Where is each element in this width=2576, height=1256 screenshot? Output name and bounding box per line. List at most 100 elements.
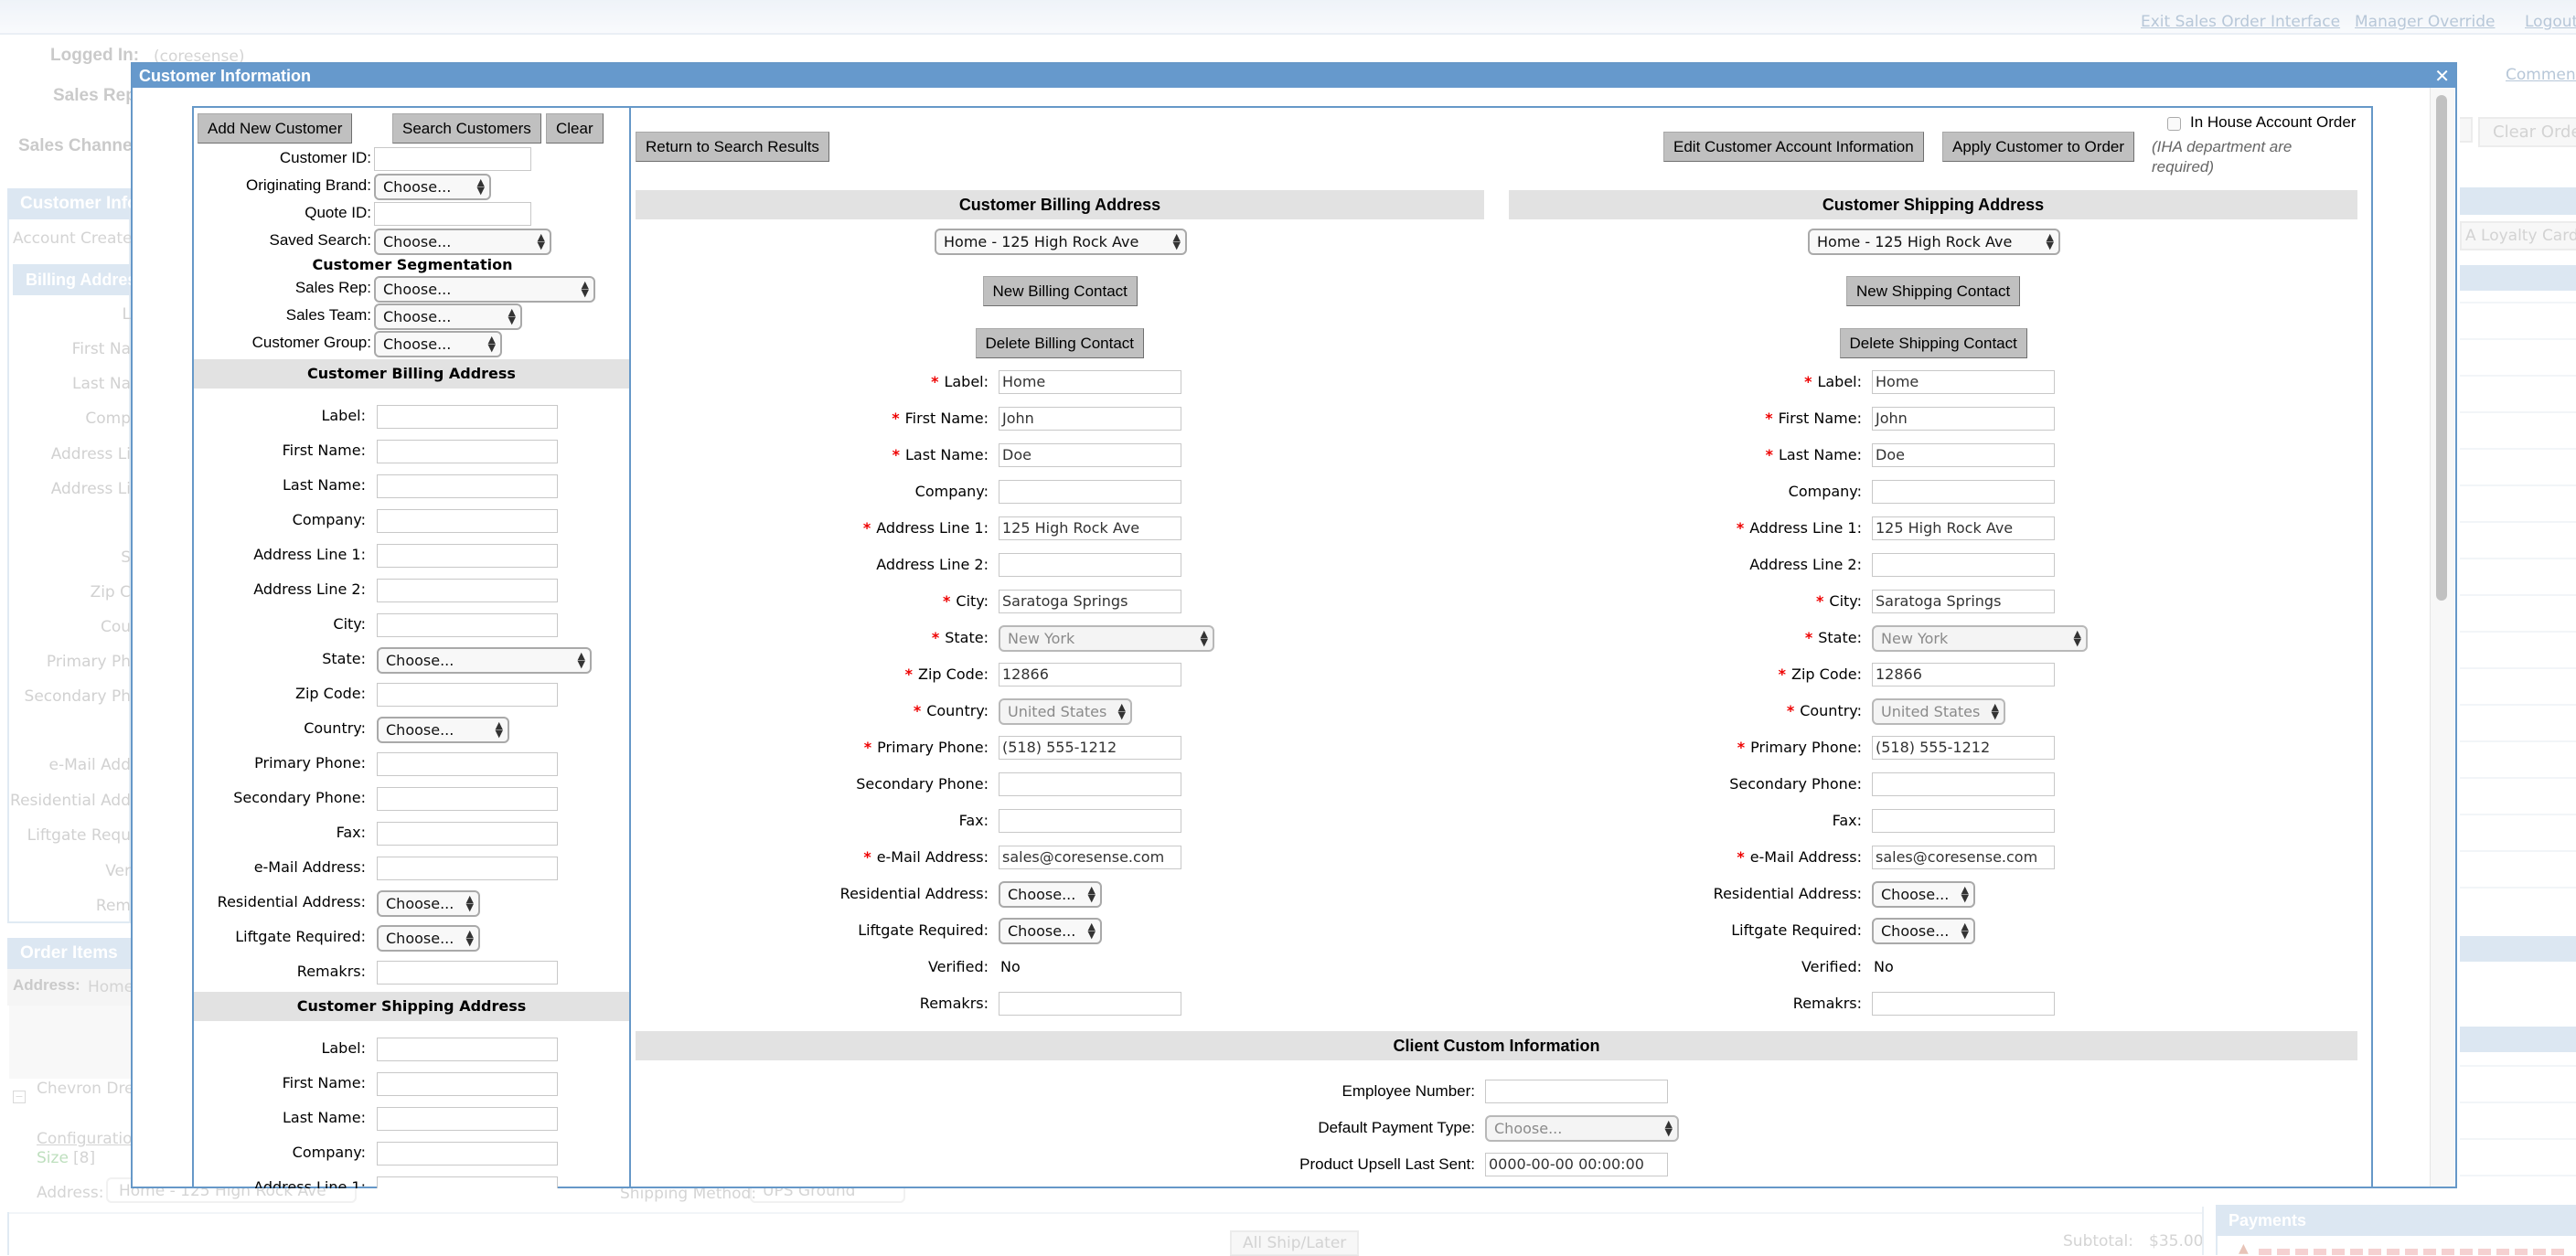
shipping-fax-input[interactable] — [1872, 809, 2055, 833]
billing-last-name-input[interactable]: Doe — [999, 443, 1181, 467]
shipping-company-input[interactable] — [1872, 480, 2055, 504]
billing-label-primary-phone: Primary Phone: — [254, 754, 366, 772]
dialog-scrollbar-thumb[interactable] — [2436, 95, 2447, 601]
billing-primary-phone-input[interactable]: (518) 555-1212 — [999, 736, 1181, 760]
billing-remakrs-input[interactable] — [377, 961, 558, 985]
billing-last-name-input[interactable] — [377, 474, 558, 498]
billing-state-select[interactable]: Choose... ▲ ▼ — [377, 647, 592, 674]
shipping-last-name-input[interactable] — [377, 1107, 558, 1131]
shipping-address-line-1-input[interactable] — [377, 1176, 558, 1188]
billing-company-input[interactable] — [999, 480, 1181, 504]
select-arrows-icon: ▲ ▼ — [581, 279, 589, 299]
billing-label-input[interactable] — [377, 405, 558, 429]
billing-address-line-2-input[interactable] — [999, 553, 1181, 577]
delete-billing-contact-button[interactable]: Delete Billing Contact — [975, 328, 1145, 358]
billing-state-select[interactable]: New York ▲ ▼ — [999, 625, 1214, 652]
customer-group-select[interactable]: Choose... ▲ ▼ — [374, 331, 502, 357]
shipping-label-address-line-2: Address Line 2: — [1749, 556, 1862, 573]
label-customer-group-text: Customer Group: — [251, 334, 371, 351]
billing-company-input[interactable] — [377, 509, 558, 533]
shipping-contact-select[interactable]: Home - 125 High Rock Ave ▲ ▼ — [1808, 229, 2060, 255]
shipping-e-mail-address-input[interactable]: sales@coresense.com — [1872, 846, 2055, 869]
billing-label-residential-address-text: Residential Address: — [839, 885, 989, 902]
customer-id-input[interactable] — [374, 147, 531, 171]
delete-shipping-contact-button[interactable]: Delete Shipping Contact — [1839, 328, 2027, 358]
billing-country-select[interactable]: Choose... ▲ ▼ — [377, 717, 509, 743]
billing-secondary-phone-input[interactable] — [999, 772, 1181, 796]
billing-country-select[interactable]: United States ▲ ▼ — [999, 698, 1132, 725]
select-arrows-icon: ▲ ▼ — [2073, 628, 2081, 648]
billing-fax-input[interactable] — [377, 822, 558, 846]
shipping-primary-phone-input[interactable]: (518) 555-1212 — [1872, 736, 2055, 760]
shipping-company-input[interactable] — [377, 1142, 558, 1166]
billing-label-city: City: — [333, 615, 366, 633]
billing-label-country-text: Country: — [926, 702, 989, 719]
close-icon[interactable]: ✕ — [2434, 64, 2450, 88]
billing-zip-code-input[interactable]: 12866 — [999, 663, 1181, 687]
required-icon: * — [943, 592, 951, 610]
billing-liftgate-required-select[interactable]: Choose... ▲ ▼ — [377, 925, 480, 952]
shipping-address-line-1-input[interactable]: 125 High Rock Ave — [1872, 516, 2055, 540]
edit-customer-account-button[interactable]: Edit Customer Account Information — [1663, 132, 1924, 162]
shipping-address-line-2-input[interactable] — [1872, 553, 2055, 577]
new-billing-contact-button[interactable]: New Billing Contact — [982, 276, 1138, 306]
sales-rep-select[interactable]: Choose... ▲ ▼ — [374, 276, 595, 303]
shipping-label-last-name-text: Last Name: — [1778, 446, 1862, 463]
quote-id-input[interactable] — [374, 202, 531, 226]
shipping-residential-address-select[interactable]: Choose... ▲ ▼ — [1872, 881, 1975, 908]
billing-residential-address-select[interactable]: Choose... ▲ ▼ — [377, 890, 480, 917]
billing-label-input[interactable]: Home — [999, 370, 1181, 394]
employee-number-input[interactable] — [1485, 1080, 1668, 1103]
shipping-secondary-phone-input[interactable] — [1872, 772, 2055, 796]
billing-liftgate-required-select[interactable]: Choose... ▲ ▼ — [999, 918, 1102, 944]
shipping-country-select[interactable]: United States ▲ ▼ — [1872, 698, 2005, 725]
billing-city-input[interactable]: Saratoga Springs — [999, 590, 1181, 613]
shipping-state-select[interactable]: New York ▲ ▼ — [1872, 625, 2088, 652]
billing-label-fax-text: Fax: — [336, 824, 366, 841]
billing-city-input[interactable] — [377, 613, 558, 637]
billing-label-secondary-phone-text: Secondary Phone: — [233, 789, 366, 806]
billing-address-line-2-input[interactable] — [377, 579, 558, 602]
billing-remakrs-input[interactable] — [999, 992, 1181, 1016]
billing-label-last-name-text: Last Name: — [282, 476, 366, 494]
shipping-remakrs-input[interactable] — [1872, 992, 2055, 1016]
shipping-label-liftgate-required-text: Liftgate Required: — [1731, 921, 1862, 939]
shipping-address-section-header: Customer Shipping Address — [1509, 190, 2357, 219]
billing-contact-select[interactable]: Home - 125 High Rock Ave ▲ ▼ — [935, 229, 1187, 255]
shipping-first-name-input[interactable] — [377, 1072, 558, 1096]
billing-address-line-1-input[interactable] — [377, 544, 558, 568]
add-new-customer-button[interactable]: Add New Customer — [198, 113, 353, 144]
originating-brand-select[interactable]: Choose... ▲ ▼ — [374, 174, 491, 200]
billing-first-name-input[interactable] — [377, 440, 558, 463]
shipping-liftgate-required-select[interactable]: Choose... ▲ ▼ — [1872, 918, 1975, 944]
required-icon: * — [892, 410, 900, 427]
billing-secondary-phone-input[interactable] — [377, 787, 558, 811]
new-shipping-contact-button[interactable]: New Shipping Contact — [1846, 276, 2021, 306]
billing-address-line-1-input[interactable]: 125 High Rock Ave — [999, 516, 1181, 540]
product-upsell-last-sent-input[interactable]: 0000-00-00 00:00:00 — [1485, 1153, 1668, 1176]
billing-e-mail-address-input[interactable] — [377, 857, 558, 880]
billing-e-mail-address-input[interactable]: sales@coresense.com — [999, 846, 1181, 869]
billing-residential-address-select-value: Choose... — [1008, 886, 1076, 903]
customer-information-dialog: Customer Information ✕ Add New Customer S… — [131, 62, 2457, 1188]
billing-residential-address-select[interactable]: Choose... ▲ ▼ — [999, 881, 1102, 908]
billing-fax-input[interactable] — [999, 809, 1181, 833]
shipping-label-address-line-1: Address Line 1: — [253, 1178, 366, 1188]
apply-customer-to-order-button[interactable]: Apply Customer to Order — [1942, 132, 2135, 162]
billing-zip-code-input[interactable] — [377, 683, 558, 707]
shipping-city-input[interactable]: Saratoga Springs — [1872, 590, 2055, 613]
in-house-account-checkbox[interactable] — [2167, 117, 2181, 131]
shipping-zip-code-input[interactable]: 12866 — [1872, 663, 2055, 687]
saved-search-select[interactable]: Choose... ▲ ▼ — [374, 229, 551, 255]
billing-first-name-input[interactable]: John — [999, 407, 1181, 431]
return-to-search-results-button[interactable]: Return to Search Results — [636, 132, 829, 162]
shipping-last-name-input[interactable]: Doe — [1872, 443, 2055, 467]
sales-team-select[interactable]: Choose... ▲ ▼ — [374, 303, 522, 330]
shipping-label-input[interactable] — [377, 1038, 558, 1061]
shipping-label-input[interactable]: Home — [1872, 370, 2055, 394]
clear-button[interactable]: Clear — [546, 113, 604, 144]
billing-primary-phone-input[interactable] — [377, 752, 558, 776]
search-customers-button[interactable]: Search Customers — [392, 113, 541, 144]
shipping-first-name-input[interactable]: John — [1872, 407, 2055, 431]
default-payment-type-select[interactable]: Choose... ▲ ▼ — [1485, 1115, 1679, 1142]
